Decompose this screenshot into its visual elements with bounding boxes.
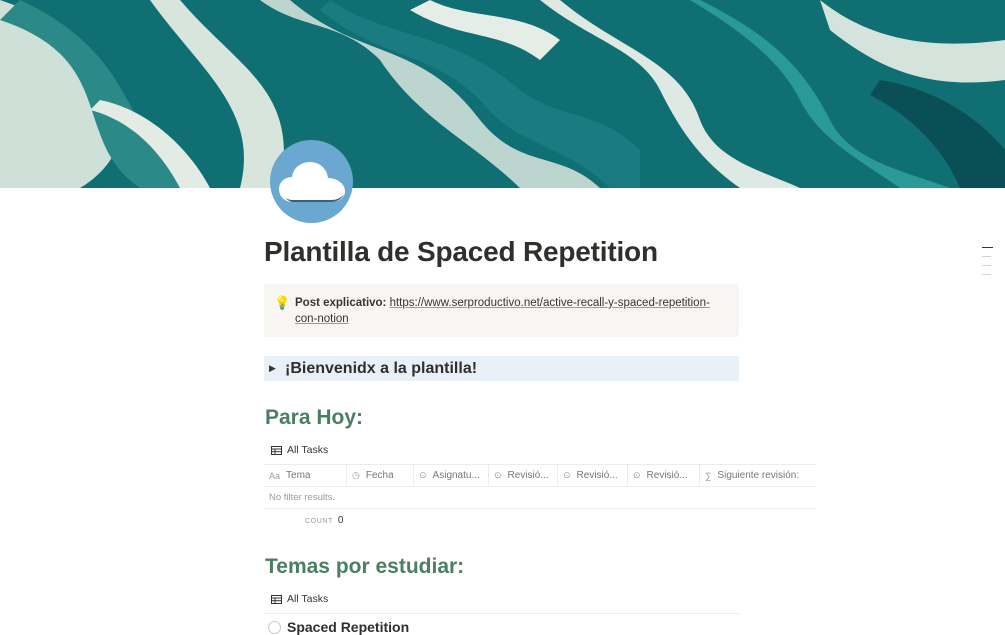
- welcome-toggle[interactable]: ▶ ¡Bienvenidx a la plantilla!: [264, 356, 739, 381]
- toc-line: [982, 265, 991, 266]
- view-tab-all-tasks-2[interactable]: All Tasks: [271, 593, 328, 605]
- column-header-revision-2[interactable]: ⊙ Revisió...: [558, 465, 628, 486]
- count-value: 0: [337, 515, 344, 526]
- clock-icon: ◷: [352, 470, 360, 480]
- list-item[interactable]: Spaced Repetition: [268, 619, 409, 635]
- column-label: Tema: [286, 470, 311, 481]
- page-title[interactable]: Plantilla de Spaced Repetition: [264, 236, 658, 268]
- table-header: Aa Tema ◷ Fecha ⊙ Asignatu... ⊙ Revisió.…: [264, 464, 816, 487]
- column-header-tema[interactable]: Aa Tema: [264, 465, 347, 486]
- column-header-revision-3[interactable]: ⊙ Revisió...: [628, 465, 700, 486]
- formula-icon: ∑: [705, 470, 712, 481]
- page-cover[interactable]: [0, 0, 1005, 188]
- select-icon: ⊙: [633, 470, 641, 480]
- column-label: Fecha: [365, 470, 394, 481]
- heading-para-hoy: Para Hoy:: [265, 406, 364, 429]
- table-of-contents-indicator[interactable]: [982, 247, 993, 283]
- page-icon[interactable]: [270, 140, 353, 223]
- empty-results-text: No filter results.: [269, 492, 335, 503]
- column-label: Asignatu...: [432, 470, 480, 481]
- heading-temas-por-estudiar: Temas por estudiar:: [265, 555, 465, 578]
- toc-line: [982, 256, 991, 257]
- lightbulb-icon: 💡: [274, 295, 291, 310]
- column-header-siguiente-revision[interactable]: ∑ Siguiente revisión:: [700, 465, 816, 486]
- column-label: Siguiente revisión:: [717, 470, 800, 481]
- cloud-icon: [278, 161, 345, 202]
- column-header-revision-1[interactable]: ⊙ Revisió...: [489, 465, 558, 486]
- select-icon: ⊙: [419, 470, 427, 480]
- item-circle-icon: [268, 620, 281, 634]
- select-icon: ⊙: [563, 470, 571, 480]
- table-icon: [271, 445, 282, 455]
- toc-line-active: [982, 247, 993, 248]
- column-label: Revisió...: [576, 470, 618, 481]
- count-summary[interactable]: COUNT 0: [305, 515, 343, 526]
- toggle-arrow-icon[interactable]: ▶: [269, 363, 278, 374]
- view-tab-all-tasks[interactable]: All Tasks: [271, 444, 328, 456]
- view-tab-label: All Tasks: [287, 444, 329, 456]
- cover-image: [0, 0, 1005, 188]
- column-header-asignatura[interactable]: ⊙ Asignatu...: [414, 465, 489, 486]
- column-label: Revisió...: [507, 470, 549, 481]
- count-label: COUNT: [305, 518, 333, 525]
- toggle-label: ¡Bienvenidx a la plantilla!: [285, 359, 478, 377]
- table-footer-divider: [264, 508, 816, 509]
- list-item-title: Spaced Repetition: [287, 619, 410, 635]
- callout-label: Post explicativo:: [295, 297, 387, 309]
- table-icon: [271, 594, 282, 604]
- select-icon: ⊙: [494, 470, 502, 480]
- toc-line: [982, 274, 991, 275]
- column-label: Revisió...: [646, 470, 688, 481]
- column-header-fecha[interactable]: ◷ Fecha: [347, 465, 414, 486]
- view-divider: [264, 613, 739, 614]
- callout-block[interactable]: 💡 Post explicativo: https://www.serprodu…: [264, 284, 739, 337]
- view-tab-label: All Tasks: [287, 593, 329, 605]
- text-type-icon: Aa: [269, 470, 281, 481]
